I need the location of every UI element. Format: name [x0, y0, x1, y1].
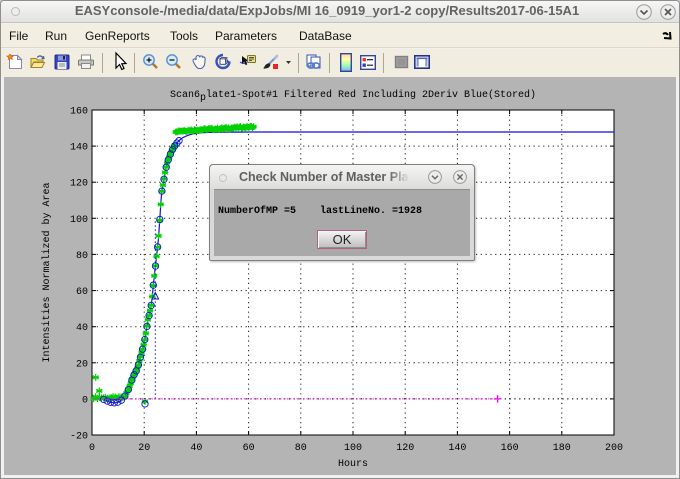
- svg-text:60: 60: [76, 287, 88, 298]
- svg-text:0: 0: [82, 395, 88, 406]
- svg-text:140: 140: [448, 443, 466, 454]
- svg-text:0: 0: [89, 443, 95, 454]
- svg-text:180: 180: [553, 443, 571, 454]
- svg-text:-20: -20: [70, 432, 88, 443]
- svg-text:40: 40: [190, 443, 202, 454]
- svg-text:100: 100: [70, 215, 88, 226]
- svg-text:80: 80: [76, 251, 88, 262]
- svg-text:60: 60: [243, 443, 255, 454]
- svg-text:140: 140: [70, 143, 88, 154]
- svg-text:Intensities Normalized by Area: Intensities Normalized by Area: [41, 182, 53, 362]
- svg-text:120: 120: [396, 443, 414, 454]
- svg-text:160: 160: [70, 107, 88, 118]
- svg-text:20: 20: [138, 443, 150, 454]
- svg-text:200: 200: [605, 443, 623, 454]
- svg-text:160: 160: [501, 443, 519, 454]
- svg-text:Hours: Hours: [338, 459, 368, 470]
- svg-text:Scan6plate1-Spot#1 Filtered Re: Scan6plate1-Spot#1 Filtered Red Includin…: [170, 89, 536, 104]
- svg-text:20: 20: [76, 359, 88, 370]
- svg-text:120: 120: [70, 179, 88, 190]
- svg-text:100: 100: [344, 443, 362, 454]
- svg-text:80: 80: [295, 443, 307, 454]
- svg-text:40: 40: [76, 323, 88, 334]
